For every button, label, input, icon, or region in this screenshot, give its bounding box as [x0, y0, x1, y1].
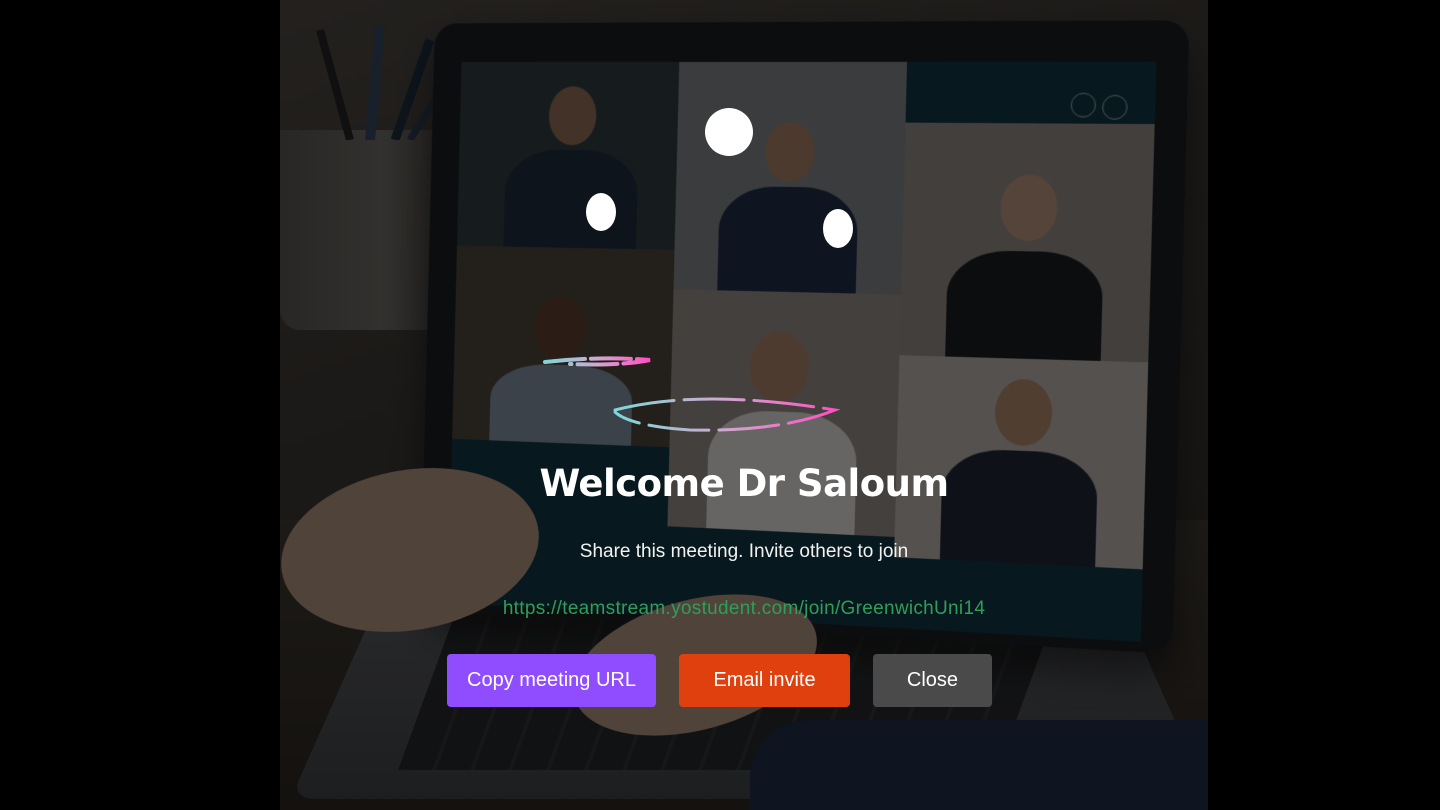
- copy-meeting-url-button[interactable]: Copy meeting URL: [447, 654, 656, 707]
- welcome-dialog: Welcome Dr Saloum Share this meeting. In…: [280, 0, 1208, 810]
- dialog-title: Welcome Dr Saloum: [539, 462, 949, 505]
- dialog-subtitle: Share this meeting. Invite others to joi…: [579, 541, 909, 562]
- close-button[interactable]: Close: [873, 654, 992, 707]
- email-invite-button[interactable]: Email invite: [679, 654, 850, 707]
- meeting-url-link[interactable]: https://teamstream.yostudent.com/join/Gr…: [304, 598, 1184, 620]
